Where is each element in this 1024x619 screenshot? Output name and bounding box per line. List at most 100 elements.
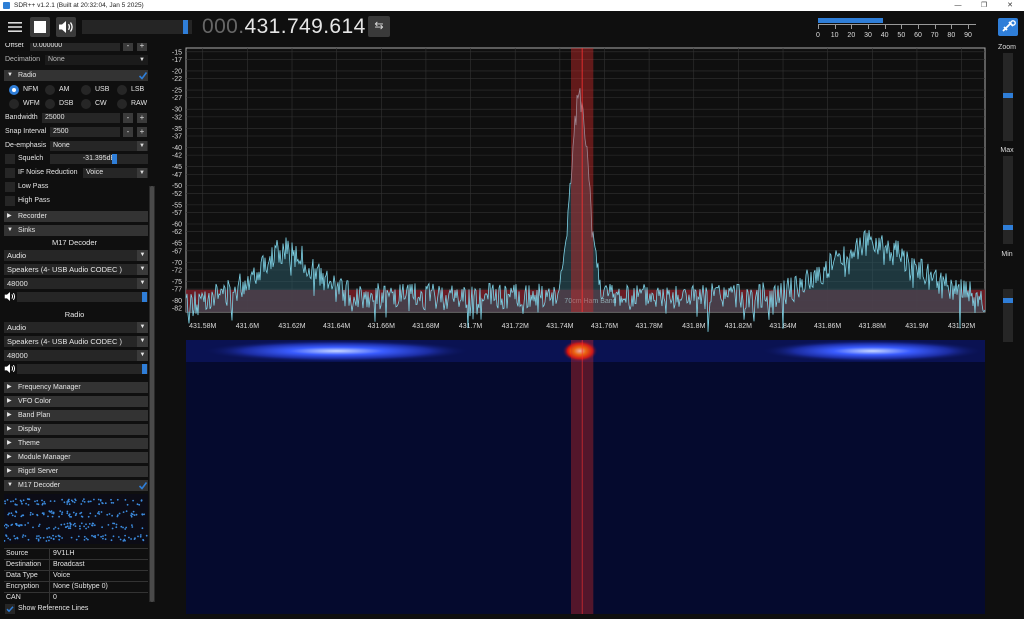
close-button[interactable]: ✕ xyxy=(998,0,1022,11)
mode-radio-nfm[interactable] xyxy=(9,85,19,95)
constellation-point xyxy=(57,535,60,537)
constellation-point xyxy=(36,535,38,537)
constellation-point xyxy=(29,514,32,516)
recorder-section-header[interactable]: ▶ Recorder xyxy=(4,211,148,222)
decimation-chevron-icon[interactable]: ▼ xyxy=(137,55,147,65)
waterfall[interactable] xyxy=(155,340,990,614)
speaker-icon[interactable] xyxy=(4,291,16,302)
mode-radio-cw[interactable] xyxy=(81,99,91,109)
m17-sink-type-select[interactable]: Audio ▼ xyxy=(4,250,148,261)
constellation-point xyxy=(26,498,29,500)
rigctl-server-header[interactable]: ▶ Rigctl Server xyxy=(4,466,148,477)
bandwidth-plus-button[interactable]: + xyxy=(137,113,147,123)
radio-section-header[interactable]: ▼ Radio xyxy=(4,70,148,81)
sinks-section-header[interactable]: ▼ Sinks xyxy=(4,225,148,236)
min-slider[interactable] xyxy=(1003,289,1013,342)
snap-plus-button[interactable]: + xyxy=(137,127,147,137)
settings-button[interactable] xyxy=(998,18,1018,36)
frequency-manager-header[interactable]: ▶ Frequency Manager xyxy=(4,382,148,393)
module-manager-header[interactable]: ▶ Module Manager xyxy=(4,452,148,463)
theme-header[interactable]: ▶ Theme xyxy=(4,438,148,449)
radio-sink-device-select[interactable]: Speakers (4- USB Audio CODEC ) ▼ xyxy=(4,336,148,347)
radio-sink-rate-select[interactable]: 48000 ▼ xyxy=(4,350,148,361)
reference-lines-checkbox[interactable] xyxy=(5,604,15,614)
snr-tick-line xyxy=(934,24,936,29)
constellation-point xyxy=(22,534,25,536)
highpass-checkbox[interactable] xyxy=(5,196,15,206)
fft-y-tick-label: -27 xyxy=(172,95,182,102)
radio-sink-volume-slider[interactable] xyxy=(17,364,148,374)
vfo-color-header[interactable]: ▶ VFO Color xyxy=(4,396,148,407)
minimize-button[interactable]: — xyxy=(946,0,970,11)
band-plan-header[interactable]: ▶ Band Plan xyxy=(4,410,148,421)
zoom-slider[interactable] xyxy=(1003,53,1013,141)
speaker-icon[interactable] xyxy=(4,363,16,374)
vfo-color-title: VFO Color xyxy=(18,398,52,405)
frequency-value[interactable]: 431.749.614 xyxy=(244,15,365,38)
tuning-mode-button[interactable]: ⇆ xyxy=(368,16,390,37)
maximize-button[interactable]: ❐ xyxy=(972,0,996,11)
offset-plus-button[interactable]: + xyxy=(137,43,147,51)
mode-radio-am[interactable] xyxy=(45,85,55,95)
frequency-leading-zeros[interactable]: 000. xyxy=(202,15,244,38)
constellation-point xyxy=(111,514,113,517)
squelch-slider[interactable]: -31.395dB xyxy=(50,154,148,164)
squelch-knob[interactable] xyxy=(112,154,117,164)
deemphasis-chevron-icon[interactable]: ▼ xyxy=(137,141,147,151)
mode-radio-wfm[interactable] xyxy=(9,99,19,109)
mode-radio-lsb[interactable] xyxy=(117,85,127,95)
constellation-point xyxy=(14,498,17,500)
menu-button[interactable] xyxy=(5,17,25,37)
squelch-checkbox[interactable] xyxy=(5,154,15,164)
frequency-display[interactable]: 000.431.749.614 xyxy=(202,15,366,39)
display-header[interactable]: ▶ Display xyxy=(4,424,148,435)
volume-slider[interactable] xyxy=(82,20,192,34)
m17-sink-rate-select[interactable]: 48000 ▼ xyxy=(4,278,148,289)
snap-label: Snap Interval xyxy=(5,128,47,135)
deemphasis-select[interactable]: None xyxy=(50,141,148,151)
constellation-point xyxy=(73,522,76,525)
min-knob[interactable] xyxy=(1003,298,1013,303)
snap-input[interactable]: 2500 xyxy=(50,127,120,137)
ifnr-chevron-icon[interactable]: ▼ xyxy=(137,168,147,178)
fft-y-tick-label: -25 xyxy=(172,88,182,95)
m17-sink-volume-slider[interactable] xyxy=(17,292,148,302)
lowpass-checkbox[interactable] xyxy=(5,182,15,192)
mute-button[interactable] xyxy=(56,17,76,37)
constellation-point xyxy=(39,536,42,539)
fft-y-tick-label: -20 xyxy=(172,68,182,75)
volume-knob[interactable] xyxy=(182,20,188,34)
waterfall-plot[interactable] xyxy=(155,340,990,614)
fft-y-tick-label: -72 xyxy=(172,267,182,274)
max-slider[interactable] xyxy=(1003,156,1013,244)
max-knob[interactable] xyxy=(1003,225,1013,230)
fft-plot[interactable]: -15-17-20-22-25-27-30-32-35-37-40-42-45-… xyxy=(155,43,990,340)
mode-radio-dsb[interactable] xyxy=(45,99,55,109)
fft-spectrum[interactable]: -15 -17 -20 -22 -25 -27 -30 -32 -35 -37 -40 -42 -45-… xyxy=(155,43,990,340)
mode-radio-usb[interactable] xyxy=(81,85,91,95)
radio-sink-type-select[interactable]: Audio ▼ xyxy=(4,322,148,333)
stop-button[interactable] xyxy=(30,17,50,37)
constellation-point xyxy=(36,503,38,505)
m17-sink-device-select[interactable]: Speakers (4- USB Audio CODEC ) ▼ xyxy=(4,264,148,275)
scrollbar-thumb[interactable] xyxy=(150,186,154,602)
bandwidth-minus-button[interactable]: - xyxy=(123,113,133,123)
radio-enabled-checkbox[interactable] xyxy=(138,70,148,81)
constellation-point xyxy=(27,538,30,541)
volume-knob[interactable] xyxy=(142,292,147,302)
snap-minus-button[interactable]: - xyxy=(123,127,133,137)
constellation-point xyxy=(66,522,69,525)
constellation-point xyxy=(22,499,25,502)
bandwidth-input[interactable]: 25000 xyxy=(42,113,120,123)
offset-input[interactable]: 0.000000 xyxy=(30,43,120,51)
mode-radio-raw[interactable] xyxy=(117,99,127,109)
m17-enabled-checkbox[interactable] xyxy=(138,480,148,491)
ifnr-checkbox[interactable] xyxy=(5,168,15,178)
decimation-select[interactable]: None xyxy=(45,55,148,65)
m17-decoder-header[interactable]: ▼ M17 Decoder xyxy=(4,480,148,491)
fft-x-tick-label: 431.58M xyxy=(189,323,216,330)
zoom-knob[interactable] xyxy=(1003,93,1013,98)
volume-knob[interactable] xyxy=(142,364,147,374)
constellation-point xyxy=(7,525,10,527)
offset-minus-button[interactable]: - xyxy=(123,43,133,51)
